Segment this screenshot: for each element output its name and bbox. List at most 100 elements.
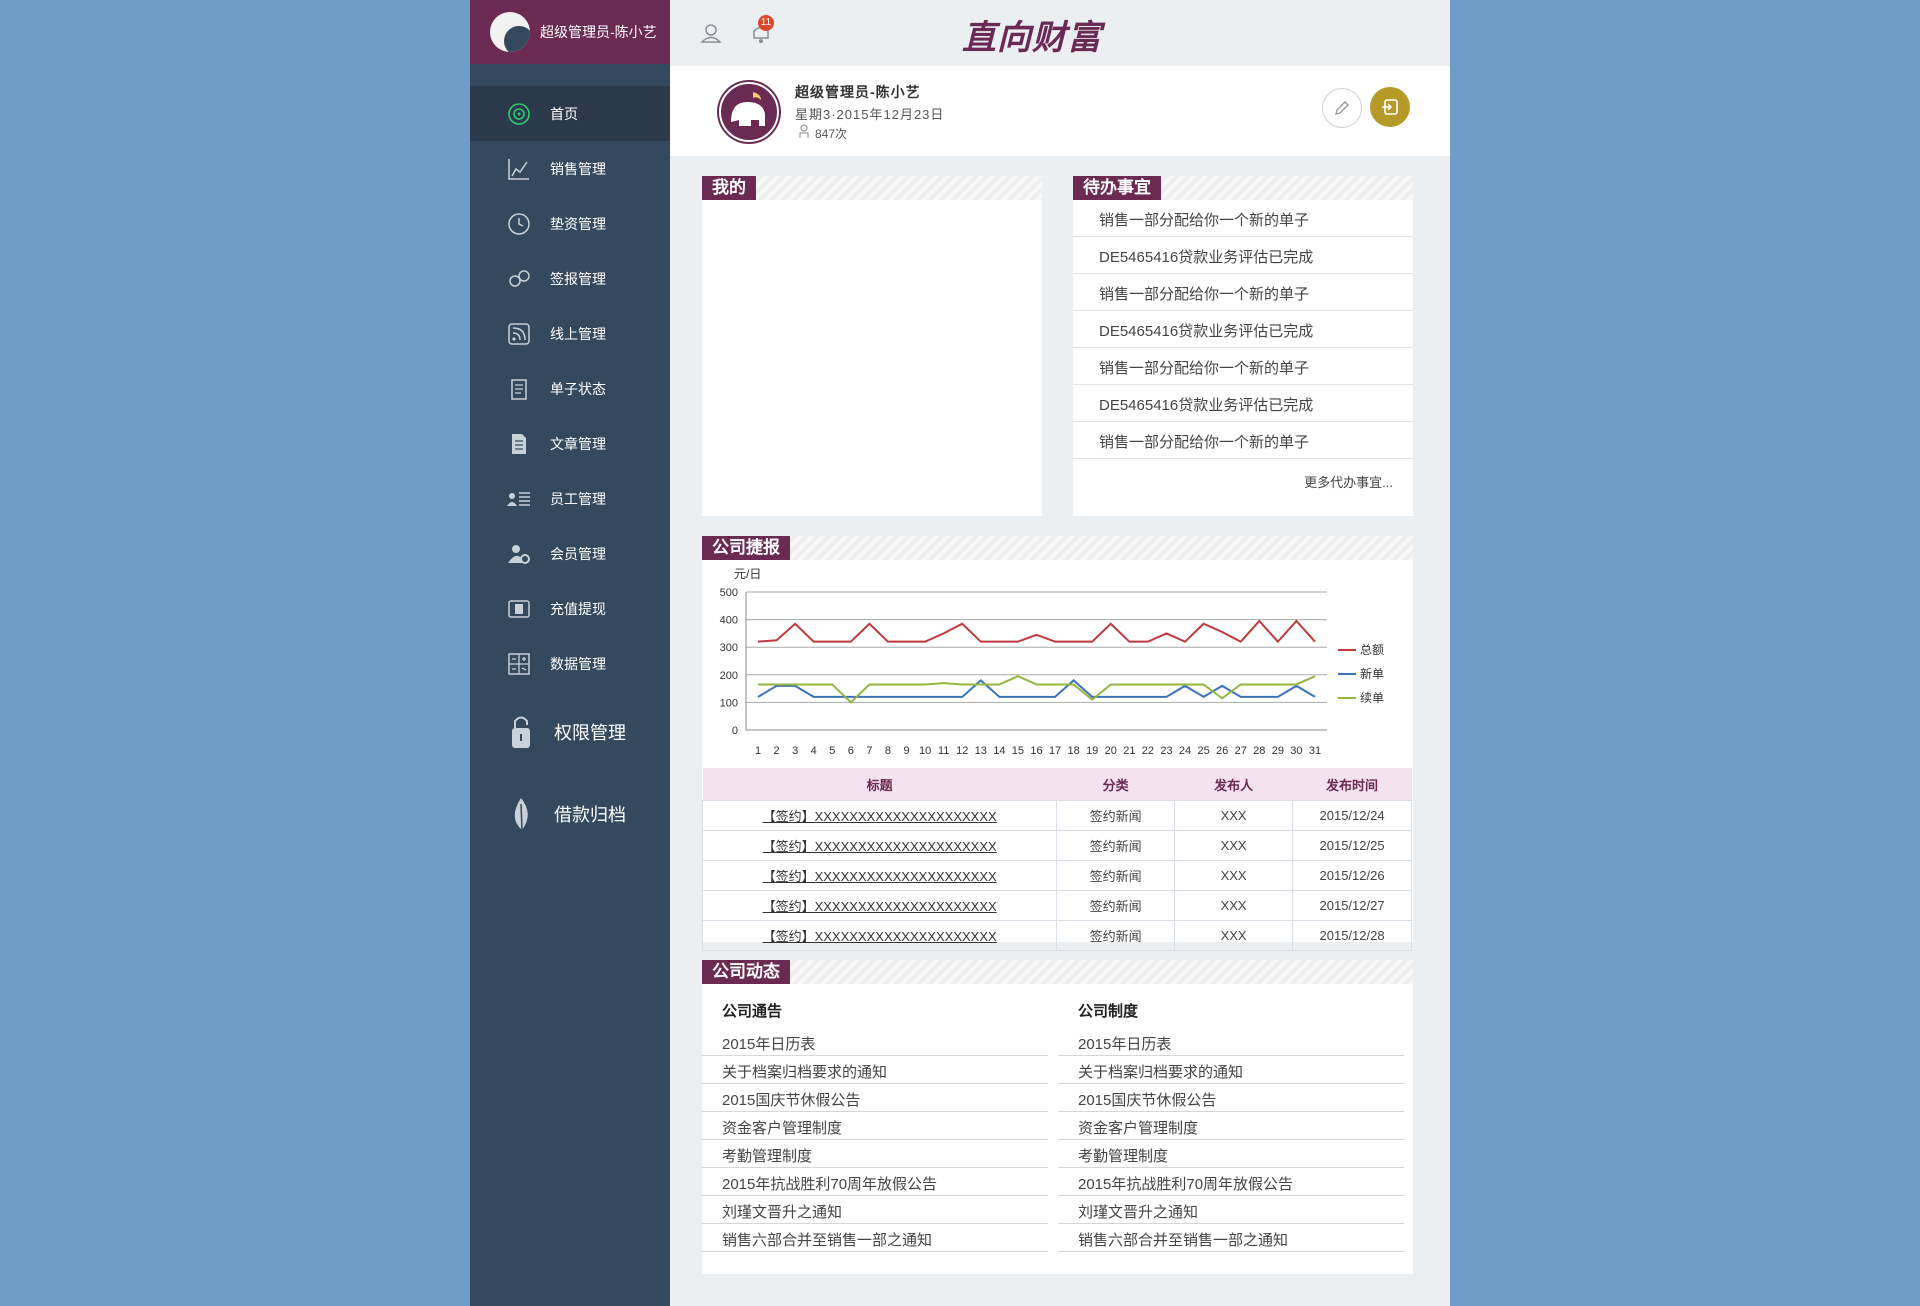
legend-label: 总额 [1360,643,1384,657]
sidebar-user-strip[interactable]: 超级管理员-陈小艺 [470,0,670,64]
leaf-icon [506,796,536,832]
list-item[interactable]: 2015国庆节休假公告 [702,1084,1048,1112]
news-title-link[interactable]: 【签约】XXXXXXXXXXXXXXXXXXXXX [763,899,997,914]
todo-list: 销售一部分配给你一个新的单子 DE5465416贷款业务评估已完成 销售一部分配给你… [1073,200,1413,459]
news-table-body: 【签约】XXXXXXXXXXXXXXXXXXXXX 签约新闻 XXX 2015/12/… [701,800,1412,951]
todo-item[interactable]: 销售一部分配给你一个新的单子 [1073,348,1413,385]
table-cell: 【签约】XXXXXXXXXXXXXXXXXXXXX [701,920,1058,951]
sidebar-item-3[interactable]: 签报管理 [470,251,670,306]
table-cell: XXX [1174,920,1294,951]
sidebar-item-8[interactable]: 会员管理 [470,526,670,581]
list-item[interactable]: 2015年日历表 [702,1028,1048,1056]
list-item[interactable]: 关于档案归档要求的通知 [702,1056,1048,1084]
x-tick-label: 2 [774,745,780,757]
notification-badge: 11 [758,15,774,31]
app-window: 超级管理员-陈小艺 首页销售管理垫资管理 签报管理 线上管理 单子状态 文章管理员工管理… [470,0,1450,1306]
list-item[interactable]: 资金客户管理制度 [702,1112,1048,1140]
x-tick-label: 28 [1253,745,1265,757]
news-title-link[interactable]: 【签约】XXXXXXXXXXXXXXXXXXXXX [763,809,997,824]
staff-list-icon [506,486,532,512]
sidebar-item-1[interactable]: 销售管理 [470,141,670,196]
table-row: 【签约】XXXXXXXXXXXXXXXXXXXXX 签约新闻 XXX 2015/12/… [701,860,1412,891]
news-title-link[interactable]: 【签约】XXXXXXXXXXXXXXXXXXXXX [763,929,997,944]
sidebar-item-4[interactable]: 线上管理 [470,306,670,361]
x-tick-label: 25 [1197,745,1209,757]
sidebar-item-5[interactable]: 单子状态 [470,361,670,416]
notices-title: 公司通告 [722,1003,783,1020]
todo-panel-header: 待办事宜 [1073,176,1413,200]
sidebar-item-9[interactable]: 充值提现 [470,581,670,636]
y-tick-label: 200 [720,670,738,682]
table-row: 【签约】XXXXXXXXXXXXXXXXXXXXX 签约新闻 XXX 2015/12/… [701,800,1412,831]
list-item[interactable]: 2015年抗战胜利70周年放假公告 [1058,1168,1404,1196]
x-tick-label: 22 [1142,745,1154,757]
lock-icon [506,714,536,750]
visits-icon [798,124,810,143]
list-item[interactable]: 2015年日历表 [1058,1028,1404,1056]
list-item[interactable]: 刘瑾文晋升之通知 [1058,1196,1404,1224]
todo-item[interactable]: 销售一部分配给你一个新的单子 [1073,422,1413,459]
clock-icon [506,211,532,237]
legend-label: 新单 [1360,666,1384,681]
sidebar-item-10[interactable]: 数据管理 [470,636,670,691]
todo-item[interactable]: DE5465416贷款业务评估已完成 [1073,237,1413,274]
table-cell: 【签约】XXXXXXXXXXXXXXXXXXXXX [701,800,1058,831]
table-cell: 2015/12/27 [1292,890,1412,921]
todo-item[interactable]: DE5465416贷款业务评估已完成 [1073,311,1413,348]
y-tick-label: 400 [720,615,738,627]
table-row: 【签约】XXXXXXXXXXXXXXXXXXXXX 签约新闻 XXX 2015/12/… [701,920,1412,951]
list-item[interactable]: 考勤管理制度 [702,1140,1048,1168]
sidebar-item-label: 借款归档 [554,805,626,825]
table-cell: XXX [1174,830,1294,861]
list-item[interactable]: 销售六部合并至销售一部之通知 [702,1224,1048,1252]
sidebar-item-label: 销售管理 [550,160,606,177]
todo-item[interactable]: 销售一部分配给你一个新的单子 [1073,274,1413,311]
list-item[interactable]: 资金客户管理制度 [1058,1112,1404,1140]
list-item[interactable]: 关于档案归档要求的通知 [1058,1056,1404,1084]
x-tick-label: 20 [1105,745,1117,757]
list-item[interactable]: 2015年抗战胜利70周年放假公告 [702,1168,1048,1196]
chart-icon [506,156,532,182]
x-tick-label: 17 [1049,745,1061,757]
list-item[interactable]: 考勤管理制度 [1058,1140,1404,1168]
table-cell: 签约新闻 [1056,860,1176,891]
table-cell: 签约新闻 [1056,890,1176,921]
x-tick-label: 16 [1030,745,1042,757]
news-table-column-header: 发布人 [1174,768,1293,801]
table-cell: 2015/12/24 [1292,800,1412,831]
sidebar-item-2[interactable]: 垫资管理 [470,196,670,251]
list-item[interactable]: 销售六部合并至销售一部之通知 [1058,1224,1404,1252]
sidebar-item-7[interactable]: 员工管理 [470,471,670,526]
sidebar-item-6[interactable]: 文章管理 [470,416,670,471]
news-table-column-header: 标题 [702,768,1057,801]
sidebar-item-label: 员工管理 [550,490,606,507]
table-row: 【签约】XXXXXXXXXXXXXXXXXXXXX 签约新闻 XXX 2015/12/… [701,830,1412,861]
todo-item[interactable]: DE5465416贷款业务评估已完成 [1073,385,1413,422]
profile-avatar-icon [717,80,781,144]
list-item[interactable]: 2015国庆节休假公告 [1058,1084,1404,1112]
logout-button[interactable] [1370,87,1410,127]
x-tick-label: 3 [792,745,798,757]
todo-item[interactable]: 销售一部分配给你一个新的单子 [1073,200,1413,237]
table-cell: XXX [1174,890,1294,921]
x-tick-label: 19 [1086,745,1098,757]
sidebar-item-12[interactable]: 借款归档 [470,773,670,855]
table-cell: 【签约】XXXXXXXXXXXXXXXXXXXXX [701,830,1058,861]
sidebar: 超级管理员-陈小艺 首页销售管理垫资管理 签报管理 线上管理 单子状态 文章管理员工管理… [470,0,670,1306]
table-cell: XXX [1174,860,1294,891]
x-tick-label: 8 [885,745,891,757]
news-title-link[interactable]: 【签约】XXXXXXXXXXXXXXXXXXXXX [763,869,997,884]
x-tick-label: 23 [1160,745,1172,757]
x-tick-label: 14 [993,745,1005,757]
user-icon[interactable] [700,22,722,49]
list-item[interactable]: 刘瑾文晋升之通知 [702,1196,1048,1224]
sidebar-item-11[interactable]: 权限管理 [470,691,670,773]
x-tick-label: 27 [1235,745,1247,757]
pencil-icon [1335,101,1349,115]
edit-button[interactable] [1322,88,1362,128]
todo-more-link[interactable]: 更多代办事宜... [1304,472,1393,491]
sidebar-item-0[interactable]: 首页 [470,86,670,141]
report-panel-title: 公司捷报 [702,536,790,560]
notepad-icon [506,376,532,402]
news-title-link[interactable]: 【签约】XXXXXXXXXXXXXXXXXXXXX [763,839,997,854]
